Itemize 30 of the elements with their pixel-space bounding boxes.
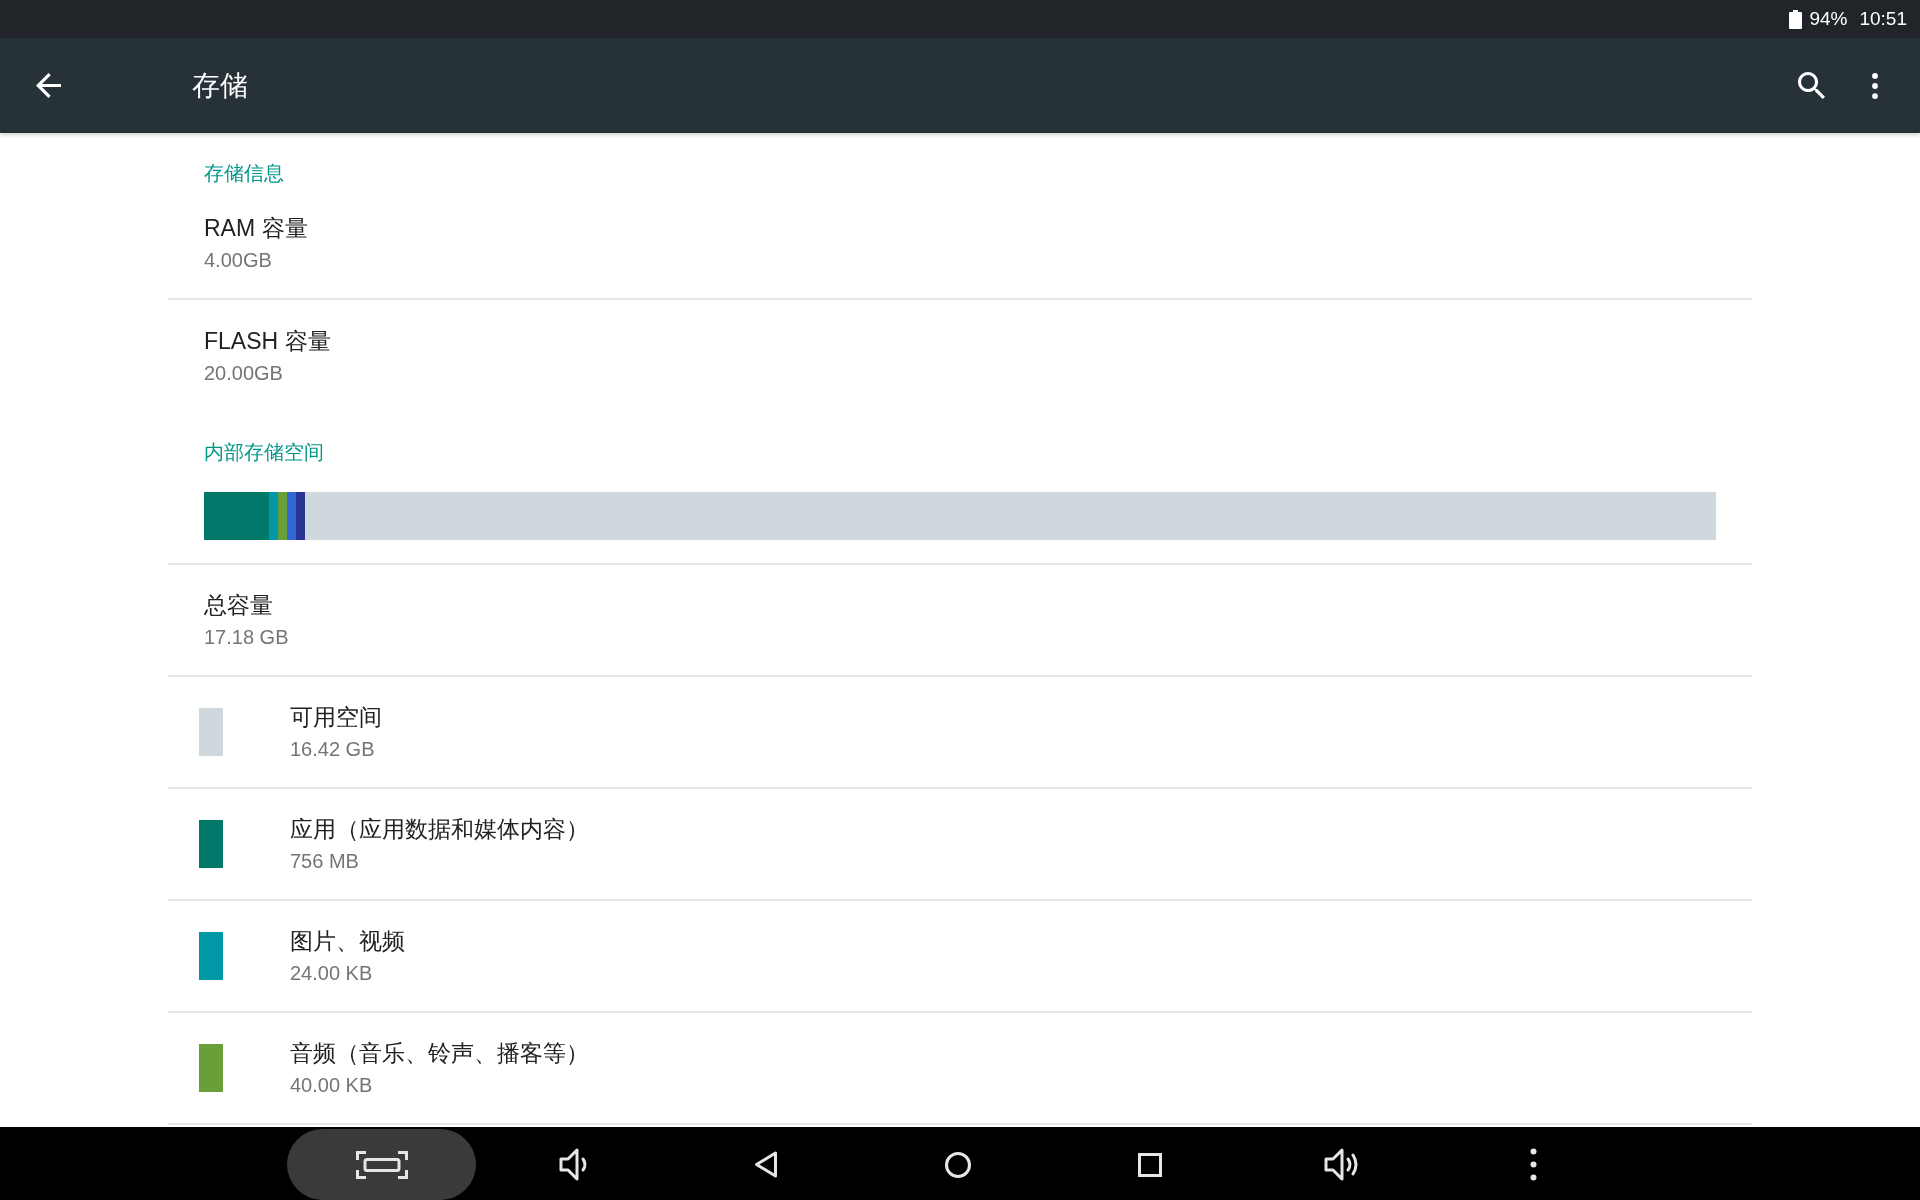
item-title: 可用空间 [290,703,382,732]
home-icon [944,1151,971,1178]
item-title: 图片、视频 [290,927,405,956]
item-summary: 17.18 GB [204,625,289,650]
item-title: 音频（音乐、铃声、播客等） [290,1039,589,1068]
section-header: 存储信息 [204,161,284,185]
battery-percent: 94% [1809,8,1848,30]
square-icon [1137,1152,1162,1177]
battery-icon [1789,9,1803,29]
more-icon [1530,1148,1537,1181]
item-summary: 20.00GB [204,361,283,386]
speaker-waves-icon [1323,1146,1360,1183]
item-title: FLASH 容量 [204,327,331,356]
back-arrow-icon[interactable] [36,73,61,98]
search-icon[interactable] [1798,72,1825,99]
item-title: 应用（应用数据和媒体内容） [290,815,589,844]
item-summary: 4.00GB [204,248,272,273]
speaker-icon [558,1146,589,1183]
item-summary: 756 MB [290,849,359,874]
item-summary: 40.00 KB [290,1073,373,1098]
clock-time: 10:51 [1859,8,1907,30]
section-header: 内部存储空间 [204,440,324,464]
back-icon [753,1151,778,1178]
bracket-frame-icon [355,1150,408,1179]
page-title: 存储 [192,68,248,103]
item-title: 总容量 [204,591,273,620]
item-summary: 16.42 GB [290,737,375,762]
item-summary: 24.00 KB [290,961,373,986]
item-title: RAM 容量 [204,214,308,243]
more-icon[interactable] [1872,72,1878,99]
